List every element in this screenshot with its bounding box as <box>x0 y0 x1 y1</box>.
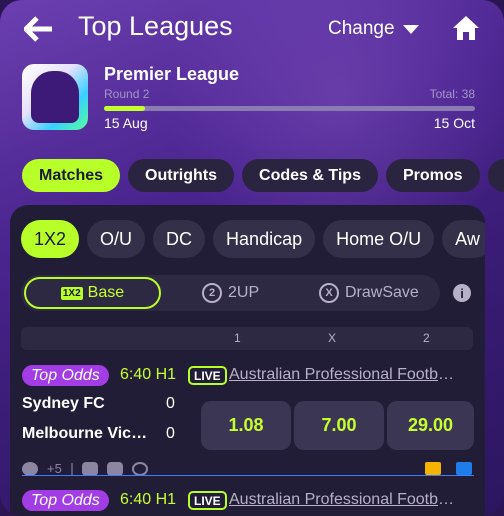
top-bar: Top Leagues Change <box>0 0 504 56</box>
tab-outrights[interactable]: Outrights <box>128 159 235 192</box>
league-card: Premier League Round 2 Total: 38 15 Aug … <box>22 64 482 134</box>
2up-icon: 2 <box>202 283 222 303</box>
bet-mode-switch: 1X2 Base 2 2UP X DrawSave <box>21 275 440 311</box>
mode-2up[interactable]: 2 2UP <box>202 275 259 311</box>
market-handicap[interactable]: Handicap <box>213 220 316 258</box>
top-odds-badge: Top Odds <box>22 490 109 511</box>
live-badge: LIVE <box>188 491 227 510</box>
odds-column-header: 1 X 2 <box>21 327 473 350</box>
competition-link[interactable]: Australian Professional Football League <box>229 491 455 509</box>
mode-base-label: Base <box>87 284 125 301</box>
info-icon[interactable]: i <box>453 284 471 302</box>
market-home-over-under[interactable]: Home O/U <box>323 220 435 258</box>
market-1x2[interactable]: 1X2 <box>21 220 80 258</box>
match-row[interactable]: Top Odds 6:40 H1 LIVE Australian Profess… <box>10 365 485 480</box>
season-start-date: 15 Aug <box>104 115 148 131</box>
chat-icon <box>22 461 38 476</box>
page-title: Top Leagues <box>78 11 233 41</box>
gift-icon <box>106 461 123 476</box>
odds-home-button[interactable]: 1.08 <box>201 401 291 450</box>
change-league-dropdown[interactable]: Change <box>328 18 419 40</box>
match-row[interactable]: Top Odds 6:40 H1 LIVE Australian Profess… <box>10 490 485 516</box>
app-frame: Top Leagues Change Premier League Round … <box>0 0 504 516</box>
tab-codes-tips[interactable]: Codes & Tips <box>242 159 378 192</box>
drawsave-icon: X <box>319 283 339 303</box>
market-over-under[interactable]: O/U <box>87 220 146 258</box>
top-odds-badge: Top Odds <box>22 365 109 386</box>
mode-base[interactable]: 1X2 Base <box>24 277 161 309</box>
mode-drawsave[interactable]: X DrawSave <box>319 275 419 311</box>
row-divider <box>22 475 474 476</box>
league-name: Premier League <box>104 64 240 84</box>
match-time: 6:40 H1 <box>120 366 177 383</box>
stats-chart-icon[interactable] <box>456 462 472 475</box>
home-icon[interactable] <box>452 15 480 41</box>
away-score: 0 <box>166 425 175 442</box>
matches-panel: 1X2 O/U DC Handicap Home O/U Aw 1X2 Base… <box>10 205 485 516</box>
mode-drawsave-label: DrawSave <box>345 284 419 301</box>
broadcast-icon <box>131 461 148 476</box>
boost-icon <box>81 461 98 476</box>
market-double-chance[interactable]: DC <box>153 220 206 258</box>
total-rounds-label: Total: 38 <box>429 87 475 101</box>
home-team: Sydney FC <box>22 395 105 412</box>
tab-promos[interactable]: Promos <box>385 159 480 192</box>
match-time: 6:40 H1 <box>120 491 177 508</box>
odds-header-away: 2 <box>423 331 430 345</box>
mode-2up-label: 2UP <box>228 284 260 301</box>
round-label: Round 2 <box>104 87 150 101</box>
competition-link[interactable]: Australian Professional Football League <box>229 366 455 384</box>
season-progress-bar <box>104 106 475 111</box>
match-meta: +5 <box>22 461 148 476</box>
caret-down-icon <box>402 24 419 34</box>
tab-more[interactable]: C <box>487 159 504 192</box>
away-team: Melbourne Victory <box>22 425 152 442</box>
odds-header-home: 1 <box>234 331 241 345</box>
odds-draw-button[interactable]: 7.00 <box>294 401 384 450</box>
more-markets-count[interactable]: +5 <box>47 461 62 476</box>
market-away[interactable]: Aw <box>442 220 485 258</box>
live-tv-icon[interactable] <box>425 462 441 475</box>
live-badge: LIVE <box>188 366 227 385</box>
market-chips: 1X2 O/U DC Handicap Home O/U Aw <box>21 220 485 258</box>
tab-matches[interactable]: Matches <box>22 159 121 192</box>
odds-away-button[interactable]: 29.00 <box>387 401 474 450</box>
home-score: 0 <box>166 395 175 412</box>
premier-league-logo <box>22 64 88 130</box>
season-progress-fill <box>104 106 145 111</box>
odds-header-draw: X <box>328 331 337 345</box>
section-tabs: Matches Outrights Codes & Tips Promos C <box>22 159 504 193</box>
1x2-badge-icon: 1X2 <box>60 286 83 300</box>
change-label: Change <box>328 18 395 39</box>
meta-divider <box>70 462 73 475</box>
back-arrow-icon[interactable] <box>24 16 54 42</box>
season-end-date: 15 Oct <box>433 115 475 131</box>
